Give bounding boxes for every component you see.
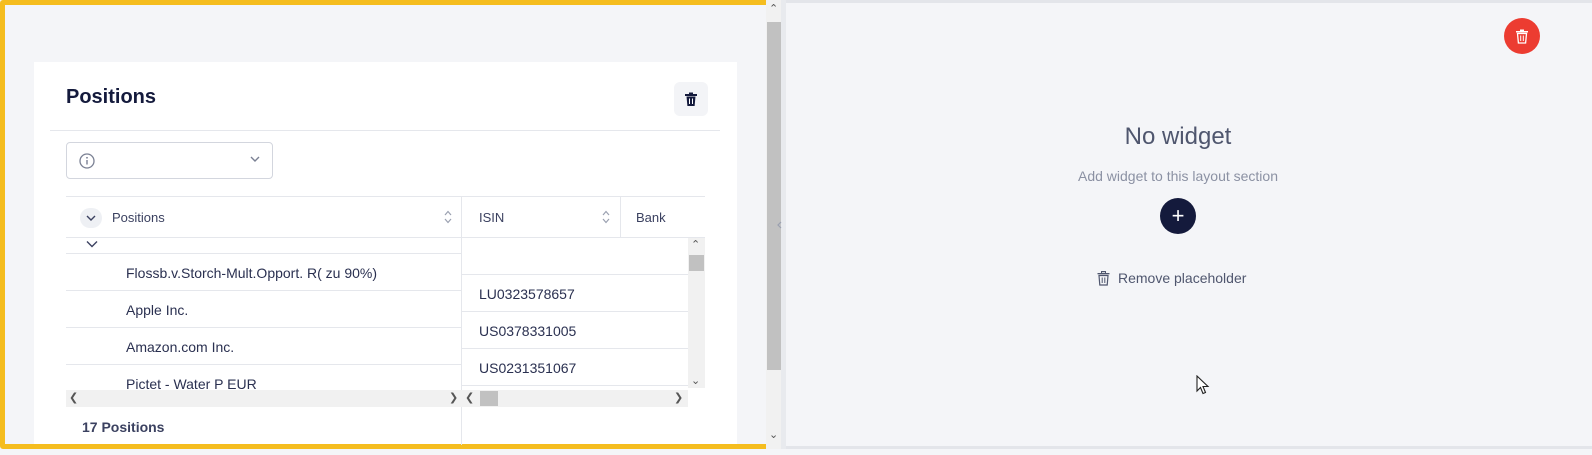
expand-all-button[interactable]: [80, 208, 102, 228]
column-label-bank: Bank: [636, 210, 666, 225]
scroll-left-icon[interactable]: ❮: [465, 393, 474, 404]
table-row[interactable]: Amazon.com Inc.: [66, 328, 462, 365]
scroll-down-icon[interactable]: ⌄: [769, 430, 778, 441]
position-name: Pictet - Water P EUR: [126, 376, 257, 390]
column-label-positions: Positions: [112, 210, 165, 225]
vertical-scrollbar-grid[interactable]: ⌃ ⌄: [688, 238, 705, 388]
scroll-up-icon[interactable]: ⌃: [769, 4, 778, 15]
header-divider: [50, 130, 720, 131]
group-row-toggle[interactable]: [66, 238, 462, 254]
empty-state-subtitle: Add widget to this layout section: [1077, 168, 1278, 184]
position-name: Apple Inc.: [126, 302, 189, 318]
position-name: Amazon.com Inc.: [126, 339, 235, 355]
plus-icon: +: [1171, 203, 1185, 228]
isin-value: LU0323578657: [479, 286, 575, 302]
layout-section-left[interactable]: Positions Positions Flossb.v.Storch-Mult…: [0, 0, 780, 449]
sort-icon[interactable]: [602, 210, 610, 224]
scroll-right-icon[interactable]: ❯: [674, 393, 683, 404]
table-row[interactable]: Apple Inc.: [66, 291, 462, 328]
table-row[interactable]: LU0323578657: [462, 275, 688, 312]
column-header-bank[interactable]: Bank: [621, 197, 705, 238]
add-widget-button[interactable]: +: [1160, 198, 1196, 234]
trash-icon: [685, 92, 697, 106]
scrollbar-thumb[interactable]: [767, 22, 782, 370]
view-select[interactable]: [66, 142, 273, 179]
column-header-isin[interactable]: ISIN: [462, 197, 621, 238]
chevron-down-icon: [86, 215, 96, 221]
column-label-isin: ISIN: [479, 210, 505, 225]
positions-count: 17 Positions: [82, 419, 165, 435]
grid-scroll-columns: ISIN Bank LU0323578657 US0378331005 US02…: [462, 197, 705, 445]
table-row[interactable]: Pictet - Water P EUR: [66, 365, 462, 390]
table-row[interactable]: US0378331005: [462, 312, 688, 349]
layout-section-right: No widget Add widget to this layout sect…: [786, 0, 1592, 449]
info-icon: [79, 153, 95, 169]
chevron-down-icon: [250, 156, 260, 162]
scroll-right-icon[interactable]: ❯: [449, 393, 458, 404]
sort-icon[interactable]: [444, 210, 452, 224]
grid-pinned-columns: Positions Flossb.v.Storch-Mult.Opport. R…: [66, 197, 462, 445]
chevron-down-icon: [86, 241, 98, 248]
position-name: Flossb.v.Storch-Mult.Opport. R( zu 90%): [126, 265, 378, 281]
trash-icon: [1097, 270, 1110, 286]
scroll-down-icon[interactable]: ⌄: [691, 376, 700, 387]
table-row[interactable]: Flossb.v.Storch-Mult.Opport. R( zu 90%): [66, 254, 462, 291]
table-row[interactable]: [462, 238, 688, 275]
scrollbar-thumb[interactable]: [480, 391, 498, 406]
column-header-positions[interactable]: Positions: [66, 197, 462, 238]
app-root: Positions Positions Flossb.v.Storch-Mult…: [0, 0, 1592, 455]
scroll-up-icon[interactable]: ⌃: [691, 240, 700, 251]
empty-state-title: No widget: [1124, 123, 1232, 150]
widget-title: Positions: [66, 86, 157, 108]
table-row[interactable]: US0231351067: [462, 349, 688, 386]
scrollbar-thumb[interactable]: [689, 255, 704, 271]
delete-section-button[interactable]: [1504, 18, 1540, 54]
isin-value: US0231351067: [479, 360, 577, 376]
remove-placeholder-label: Remove placeholder: [1118, 270, 1247, 286]
horizontal-scrollbar-right[interactable]: ❮ ❯: [462, 390, 688, 407]
horizontal-scrollbar-left[interactable]: ❮ ❯: [66, 390, 462, 407]
delete-widget-button[interactable]: [674, 82, 708, 116]
positions-grid: Positions Flossb.v.Storch-Mult.Opport. R…: [66, 196, 705, 445]
positions-widget: Positions Positions Flossb.v.Storch-Mult…: [34, 62, 737, 445]
trash-icon: [1516, 29, 1528, 44]
isin-value: US0378331005: [479, 323, 577, 339]
scroll-left-icon[interactable]: ❮: [69, 393, 78, 404]
mouse-cursor-icon: [1196, 375, 1210, 395]
remove-placeholder-button[interactable]: Remove placeholder: [1097, 270, 1246, 286]
